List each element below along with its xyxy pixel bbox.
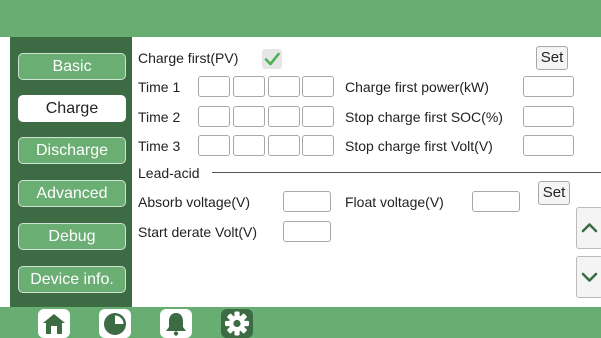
scroll-down-button[interactable]	[576, 256, 601, 298]
absorb-voltage-label: Absorb voltage(V)	[138, 194, 251, 210]
time1-end-hour-input[interactable]	[268, 76, 300, 97]
checkmark-icon	[264, 52, 280, 66]
tab-alarms[interactable]	[160, 309, 192, 338]
top-bar	[0, 0, 601, 37]
tab-statistics[interactable]	[99, 309, 131, 338]
bottom-bar	[0, 307, 601, 338]
sidebar-item-basic[interactable]: Basic	[18, 53, 126, 80]
pie-chart-icon	[104, 313, 126, 335]
stop-charge-soc-label: Stop charge first SOC(%)	[345, 109, 503, 125]
float-voltage-input[interactable]	[472, 191, 520, 212]
time1-start-hour-input[interactable]	[198, 76, 230, 97]
charge-first-label: Charge first(PV)	[138, 50, 239, 66]
sidebar-item-device-info[interactable]: Device info.	[18, 266, 126, 293]
lead-acid-section-label: Lead-acid	[138, 165, 200, 181]
stop-charge-volt-label: Stop charge first Volt(V)	[345, 138, 493, 154]
time2-start-hour-input[interactable]	[198, 106, 230, 127]
time3-end-hour-input[interactable]	[268, 135, 300, 156]
chevron-down-icon	[581, 272, 598, 282]
tab-settings[interactable]	[221, 309, 253, 338]
tab-home[interactable]	[38, 309, 70, 338]
start-derate-volt-input[interactable]	[283, 221, 331, 242]
charge-first-power-label: Charge first power(kW)	[345, 79, 489, 95]
time1-start-minute-input[interactable]	[233, 76, 265, 97]
charge-settings-panel: Charge first(PV) Set Time 1 Charge first…	[132, 37, 601, 307]
time3-start-hour-input[interactable]	[198, 135, 230, 156]
charge-first-checkbox[interactable]	[262, 49, 282, 69]
time1-label: Time 1	[138, 79, 181, 95]
chevron-up-icon	[581, 223, 598, 233]
gear-icon	[225, 311, 249, 336]
time3-end-minute-input[interactable]	[302, 135, 334, 156]
lead-acid-set-button[interactable]: Set	[538, 181, 570, 205]
stop-charge-volt-input[interactable]	[523, 135, 574, 156]
bell-icon	[166, 313, 186, 336]
absorb-voltage-input[interactable]	[283, 191, 331, 212]
time1-end-minute-input[interactable]	[302, 76, 334, 97]
time3-label: Time 3	[138, 138, 181, 154]
time2-end-minute-input[interactable]	[302, 106, 334, 127]
section-divider	[212, 172, 601, 173]
charge-set-button[interactable]: Set	[536, 46, 568, 70]
charge-first-power-input[interactable]	[523, 76, 574, 97]
time3-start-minute-input[interactable]	[233, 135, 265, 156]
time2-end-hour-input[interactable]	[268, 106, 300, 127]
scroll-up-button[interactable]	[576, 207, 601, 249]
time2-label: Time 2	[138, 109, 181, 125]
stop-charge-soc-input[interactable]	[523, 106, 574, 127]
time2-start-minute-input[interactable]	[233, 106, 265, 127]
start-derate-volt-label: Start derate Volt(V)	[138, 224, 258, 240]
sidebar-item-discharge[interactable]: Discharge	[18, 137, 126, 164]
sidebar-item-charge[interactable]: Charge	[18, 95, 126, 122]
sidebar-item-debug[interactable]: Debug	[18, 223, 126, 250]
float-voltage-label: Float voltage(V)	[345, 194, 444, 210]
sidebar-item-advanced[interactable]: Advanced	[18, 180, 126, 207]
sidebar: Basic Charge Discharge Advanced Debug De…	[10, 37, 132, 307]
home-icon	[43, 314, 65, 334]
